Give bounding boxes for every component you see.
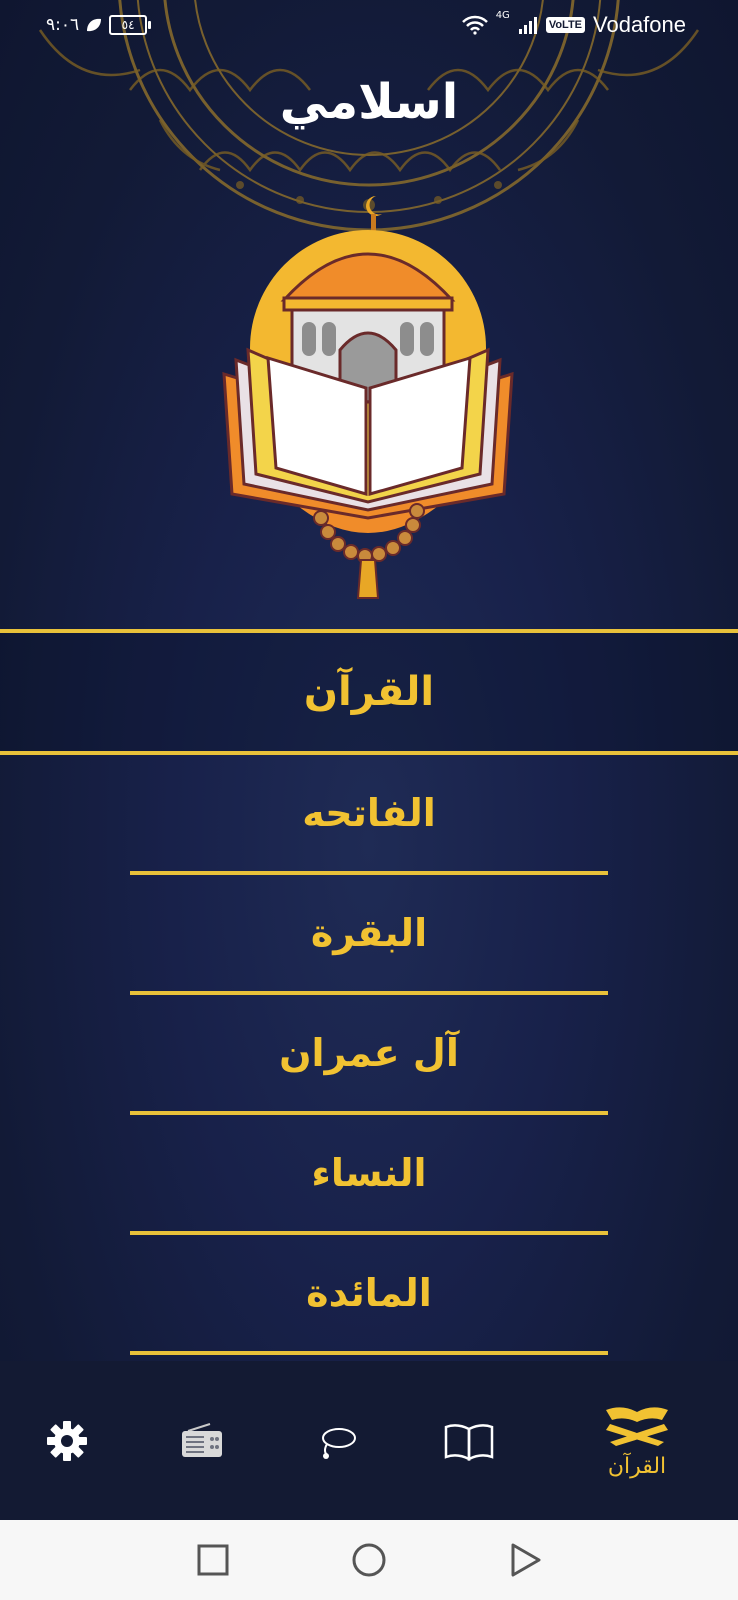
volte-badge: VoLTE (545, 17, 586, 33)
sura-label: آل عمران (279, 1031, 459, 1075)
sura-item-baqara[interactable]: البقرة (130, 875, 608, 995)
status-time: ٩:٠٦ (46, 15, 80, 35)
quran-header-label: القرآن (303, 669, 435, 715)
sura-label: النساء (311, 1151, 427, 1195)
nav-hadith[interactable] (409, 1361, 529, 1520)
sura-item-nisa[interactable]: النساء (130, 1115, 608, 1235)
back-button[interactable] (506, 1540, 546, 1580)
square-icon (197, 1544, 229, 1576)
sura-label: البقرة (310, 911, 428, 955)
nav-tasbeeh[interactable] (277, 1361, 397, 1520)
system-navigation-bar (0, 1520, 738, 1600)
wifi-icon (461, 15, 488, 35)
book-icon (444, 1423, 494, 1461)
home-button[interactable] (349, 1540, 389, 1580)
recents-button[interactable] (193, 1540, 233, 1580)
quran-logo (222, 196, 514, 599)
battery-indicator: ٥٤ (109, 15, 152, 35)
nav-settings[interactable] (7, 1361, 127, 1520)
carrier-name: Vodafone (593, 12, 686, 37)
quran-header: القرآن (0, 629, 738, 755)
nav-radio[interactable] (142, 1361, 262, 1520)
tasbeeh-icon (322, 1427, 356, 1459)
settings-icon (47, 1420, 87, 1461)
signal-icon (518, 17, 537, 34)
quran-icon (606, 1407, 668, 1446)
sura-item-al-imran[interactable]: آل عمران (130, 995, 608, 1115)
sura-item-fatiha[interactable]: الفاتحه (130, 755, 608, 875)
triangle-back-icon (511, 1543, 541, 1577)
app-title: اسلامي (279, 74, 459, 130)
status-bar: ٩:٠٦ ٥٤ 4G VoLTE Vodafone (0, 0, 738, 50)
leaf-icon (87, 18, 102, 32)
sura-list: القرآن الفاتحه البقرة آل عمران النساء ال… (0, 629, 738, 1355)
sura-item-maida[interactable]: المائدة (130, 1235, 608, 1355)
circle-icon (352, 1543, 386, 1577)
sura-label: الفاتحه (302, 791, 436, 835)
nav-quran[interactable]: القرآن (577, 1361, 697, 1520)
sura-label: المائدة (306, 1271, 432, 1315)
network-type: 4G (495, 10, 510, 21)
radio-icon (182, 1422, 222, 1457)
status-left: ٩:٠٦ ٥٤ (46, 12, 152, 38)
status-right: 4G VoLTE Vodafone (461, 10, 686, 40)
nav-quran-label: القرآن (607, 1454, 667, 1479)
bottom-navigation: القرآن (0, 1361, 738, 1520)
